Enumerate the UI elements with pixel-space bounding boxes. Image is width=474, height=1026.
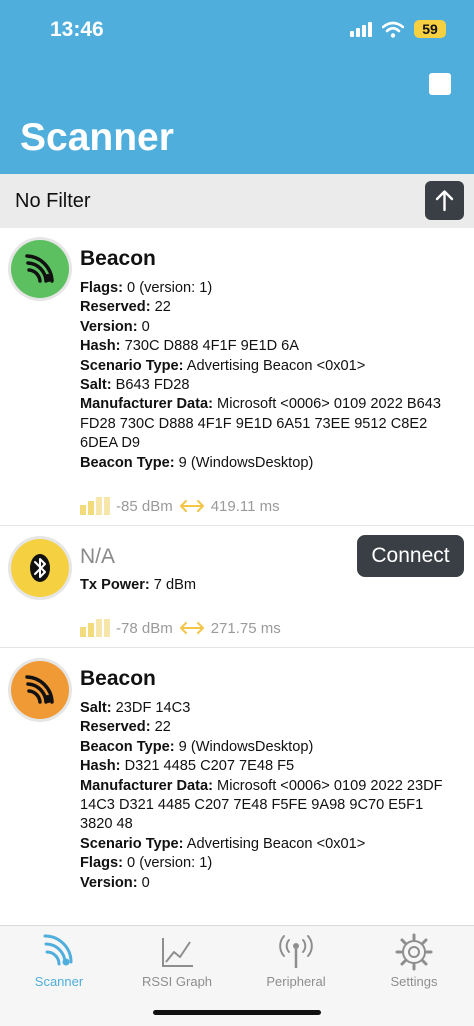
device-name: N/A (80, 545, 116, 568)
home-indicator (153, 1010, 321, 1015)
tab-label: Peripheral (266, 974, 326, 989)
filter-bar[interactable]: No Filter (0, 174, 474, 228)
rssi-value: -78 dBm (116, 619, 173, 637)
signal-strength-icon (80, 619, 110, 637)
device-icon-bluetooth (11, 539, 69, 597)
field-reserved: Reserved: 22 (80, 719, 171, 736)
interval-value: 271.75 ms (210, 619, 281, 637)
device-row[interactable]: Beacon Salt: 23DF 14C3 Reserved: 22 Beac… (0, 647, 474, 925)
device-name: Beacon (80, 247, 156, 270)
field-scenario-type: Scenario Type: Advertising Beacon <0x01> (80, 835, 366, 852)
field-version: Version: 0 (80, 874, 150, 891)
signal-metrics: -78 dBm 271.75 ms (80, 619, 281, 637)
scanner-icon (43, 934, 73, 966)
line-graph-icon (162, 938, 193, 967)
cellular-signal-icon (350, 21, 372, 37)
tab-scanner[interactable]: Scanner (0, 932, 118, 989)
field-beacon-type: Beacon Type: 9 (WindowsDesktop) (80, 738, 314, 755)
interval-value: 419.11 ms (210, 497, 280, 515)
field-flags: Flags: 0 (version: 1) (80, 855, 213, 872)
field-version: Version: 0 (80, 318, 150, 335)
field-manufacturer-data: Manufacturer Data: Microsoft <0006> 0109… (80, 777, 443, 833)
gear-icon (395, 933, 433, 971)
device-row[interactable]: Beacon Flags: 0 (version: 1) Reserved: 2… (0, 228, 474, 526)
field-hash: Hash: D321 4485 C207 7E48 F5 (80, 758, 295, 775)
tab-rssi-graph[interactable]: RSSI Graph (118, 932, 236, 989)
broadcast-icon (25, 675, 54, 704)
tab-settings[interactable]: Settings (355, 932, 473, 989)
field-tx-power: Tx Power: 7 dBm (80, 577, 196, 593)
filter-label: No Filter (15, 190, 91, 212)
signal-strength-icon (80, 497, 110, 515)
field-hash: Hash: 730C D888 4F1F 9E1D 6A (80, 338, 300, 355)
field-salt: Salt: 23DF 14C3 (80, 700, 191, 716)
status-time: 13:46 (50, 18, 104, 41)
antenna-icon (279, 935, 313, 968)
advertisement-details: Tx Power: 7 dBm (80, 576, 452, 595)
interval-arrows-icon (179, 622, 204, 634)
signal-metrics: -85 dBm 419.11 ms (80, 497, 280, 515)
device-icon-broadcast (11, 661, 69, 719)
page-title: Scanner (20, 116, 174, 159)
advertisement-details: Salt: 23DF 14C3 Reserved: 22 Beacon Type… (80, 699, 452, 893)
device-name: Beacon (80, 667, 156, 690)
field-manufacturer-data: Manufacturer Data: Microsoft <0006> 0109… (80, 396, 441, 452)
tab-label: Settings (390, 974, 438, 989)
bluetooth-icon (30, 554, 50, 582)
rssi-value: -85 dBm (116, 497, 173, 515)
wifi-icon (382, 21, 404, 38)
status-icons: 59 (350, 20, 446, 38)
connect-button[interactable]: Connect (357, 535, 464, 577)
device-icon-broadcast (11, 240, 69, 298)
advertisement-details: Flags: 0 (version: 1) Reserved: 22 Versi… (80, 279, 452, 473)
tab-label: Scanner (34, 974, 84, 989)
tab-peripheral[interactable]: Peripheral (237, 932, 355, 989)
field-scenario-type: Scenario Type: Advertising Beacon <0x01> (80, 357, 366, 374)
arrow-up-icon (435, 190, 454, 212)
broadcast-icon (25, 254, 54, 283)
sort-button[interactable] (425, 181, 464, 220)
field-salt: Salt: B643 FD28 (80, 377, 190, 394)
nav-header: 13:46 59 Scanner (0, 0, 474, 174)
device-row[interactable]: N/A Connect Tx Power: 7 dBm -78 dBm 271.… (0, 525, 474, 648)
interval-arrows-icon (179, 500, 204, 512)
field-beacon-type: Beacon Type: 9 (WindowsDesktop) (80, 454, 314, 471)
field-reserved: Reserved: 22 (80, 299, 171, 316)
stop-scan-button[interactable] (429, 73, 451, 95)
field-flags: Flags: 0 (version: 1) (80, 280, 213, 296)
tab-label: RSSI Graph (141, 974, 213, 989)
battery-indicator: 59 (414, 20, 446, 38)
